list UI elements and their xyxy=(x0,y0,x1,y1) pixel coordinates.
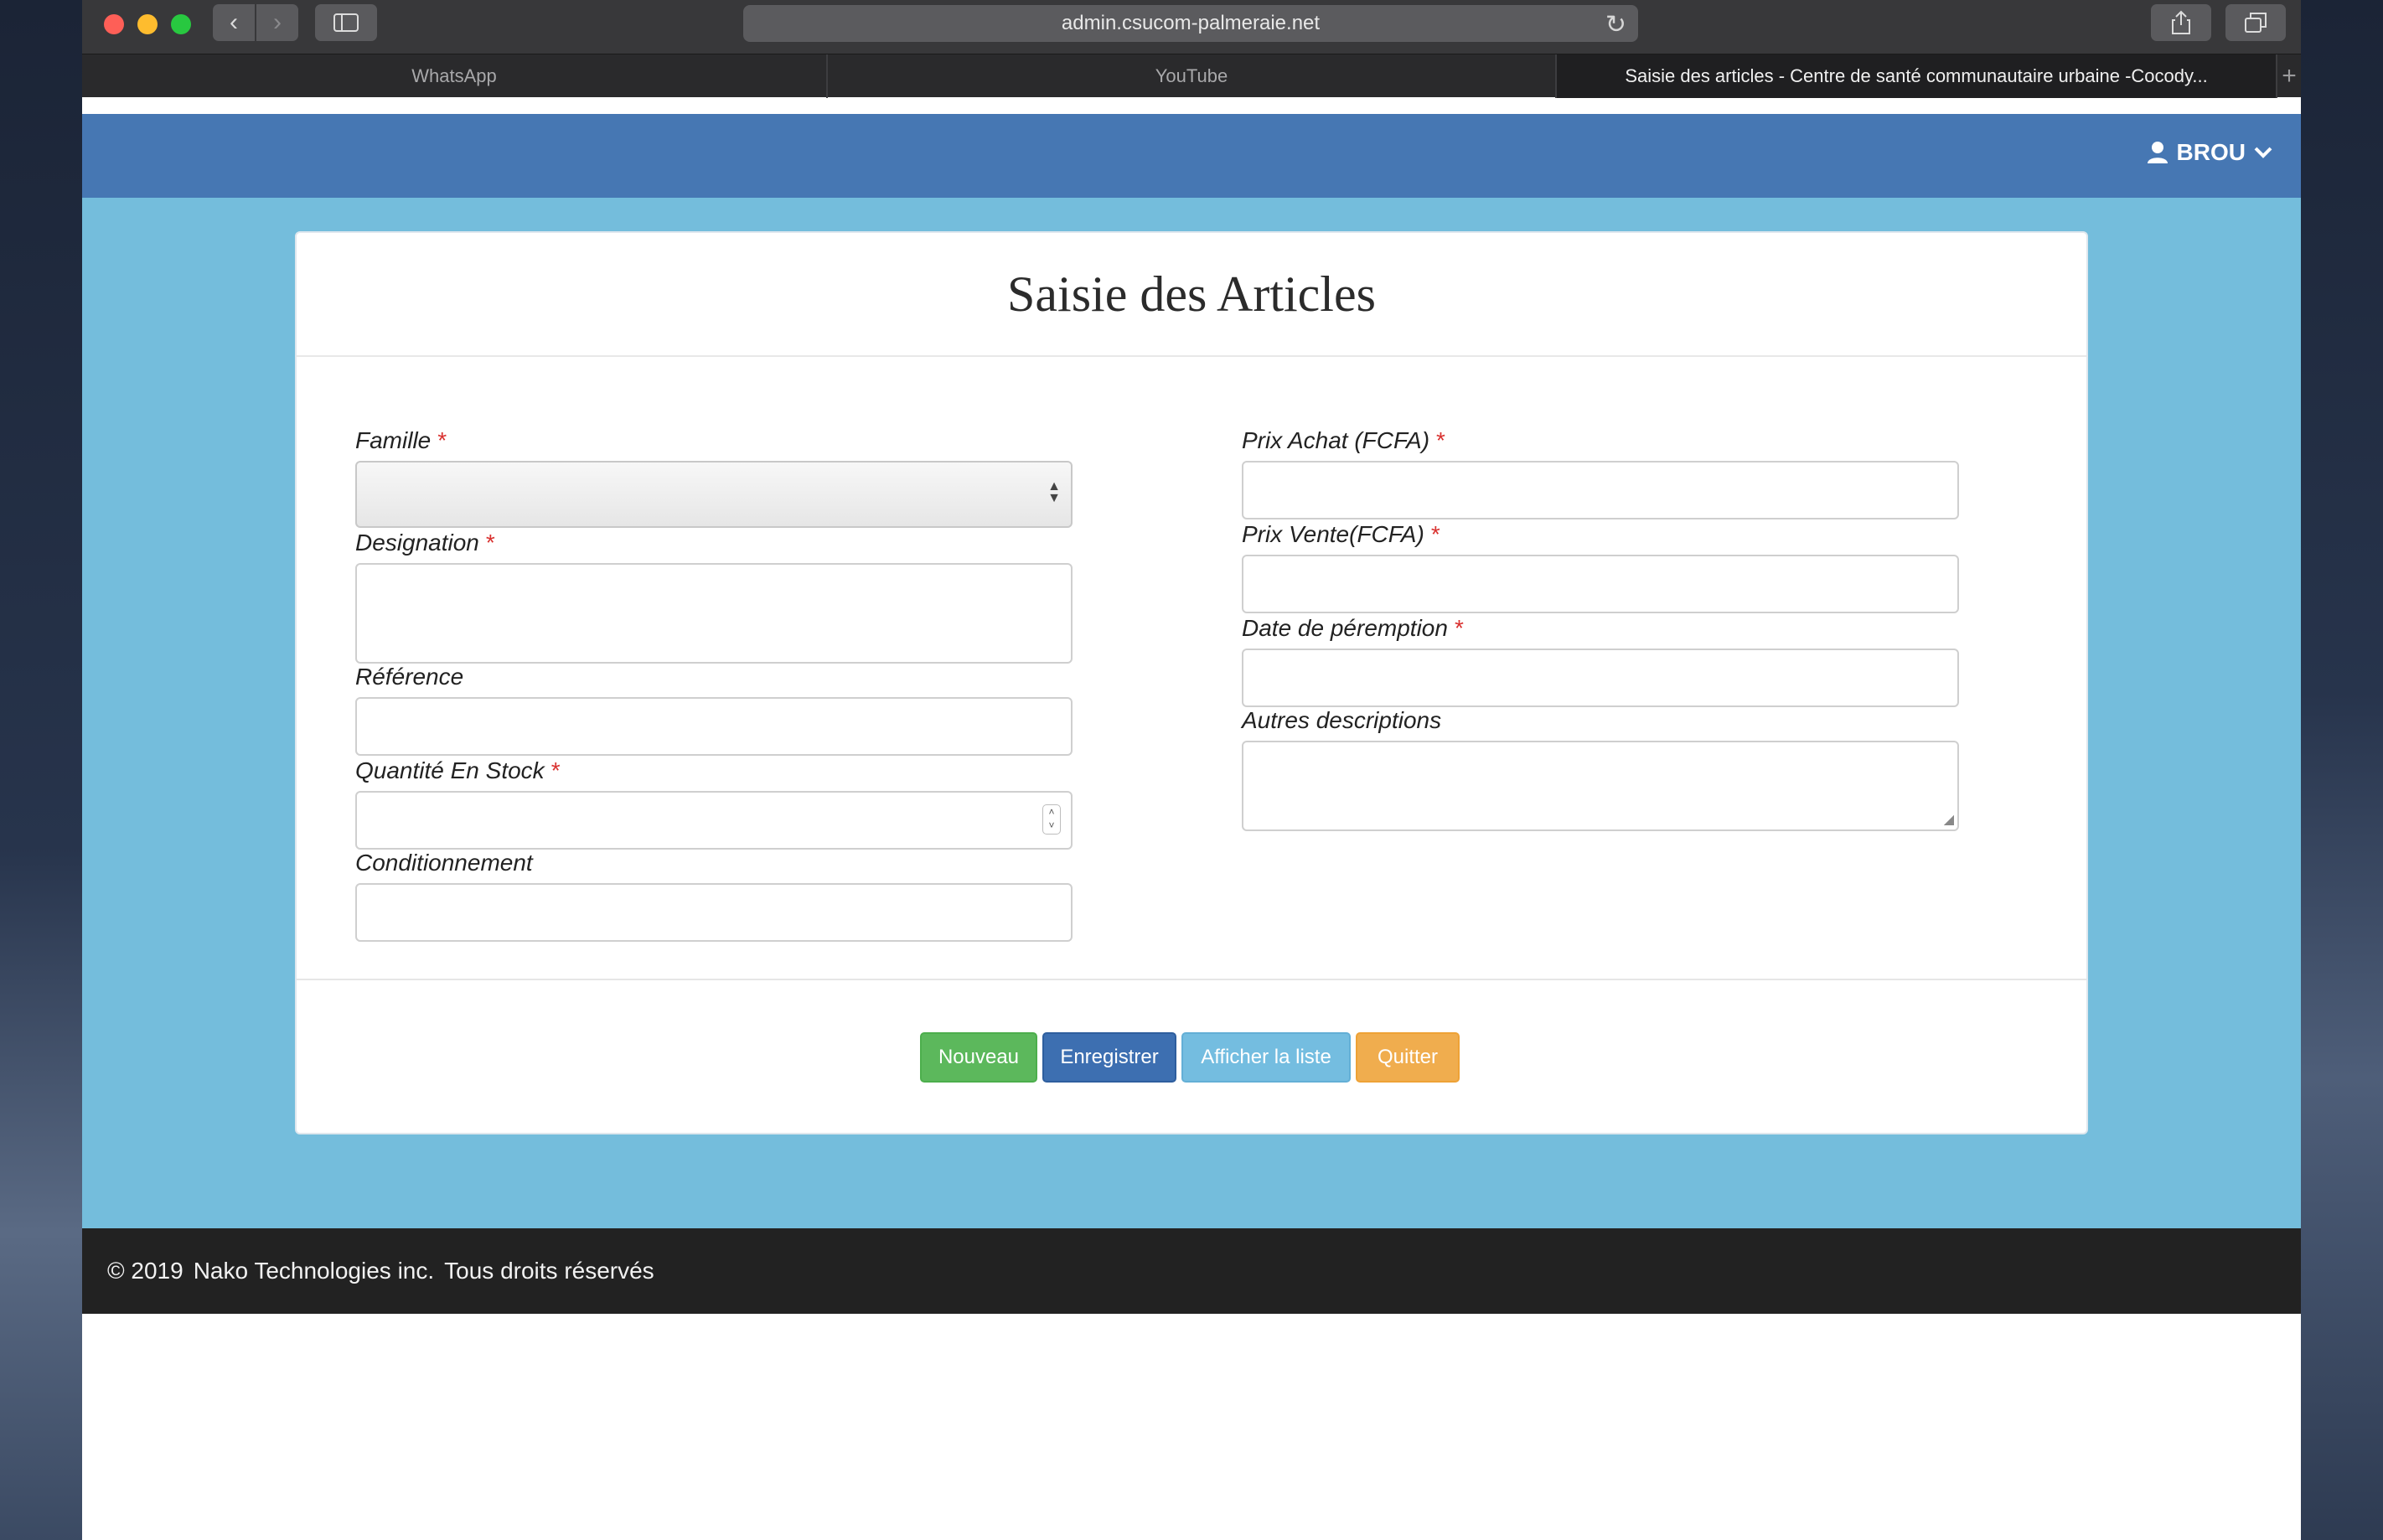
conditionnement-label: Conditionnement xyxy=(355,850,533,876)
tabs-overview-icon xyxy=(2245,13,2267,33)
page-footer: © 2019 Nako Technologies inc. Tous droit… xyxy=(82,1228,2301,1314)
required-mark: * xyxy=(551,757,561,783)
date-peremption-label: Date de péremption * xyxy=(1242,615,1464,641)
zoom-window-button[interactable] xyxy=(171,14,191,34)
show-tabs-button[interactable] xyxy=(2225,4,2286,41)
prix-achat-label: Prix Achat (FCFA) * xyxy=(1242,427,1445,453)
autres-descriptions-textarea[interactable]: ◢ xyxy=(1242,741,1959,831)
nouveau-button[interactable]: Nouveau xyxy=(920,1032,1037,1083)
designation-label: Designation * xyxy=(355,530,495,556)
user-icon xyxy=(2147,142,2168,163)
tab-whatsapp[interactable]: WhatsApp xyxy=(82,54,828,98)
prix-achat-input[interactable] xyxy=(1242,461,1959,519)
copyright-text: © 2019 xyxy=(107,1258,184,1284)
page-title: Saisie des Articles xyxy=(297,233,2086,357)
famille-select[interactable]: ▲ ▼ xyxy=(355,461,1073,528)
form-divider xyxy=(297,979,2086,980)
autres-descriptions-label: Autres descriptions xyxy=(1242,707,1442,733)
required-mark: * xyxy=(437,427,447,453)
desktop-wallpaper-left xyxy=(0,0,82,1540)
quantite-stepper[interactable]: ˄ ˅ xyxy=(355,791,1073,850)
enregistrer-button[interactable]: Enregistrer xyxy=(1042,1032,1176,1083)
browser-window: ‹ › admin.csucom-palmeraie.net ↻ WhatsAp… xyxy=(82,0,2301,1540)
rights-text: Tous droits réservés xyxy=(444,1258,654,1284)
chevron-down-icon xyxy=(2254,147,2272,158)
reference-label: Référence xyxy=(355,664,464,690)
quantite-label: Quantité En Stock * xyxy=(355,757,561,783)
date-peremption-input[interactable] xyxy=(1242,649,1959,707)
tab-bar: WhatsApp YouTube Saisie des articles - C… xyxy=(82,54,2301,98)
tab-youtube[interactable]: YouTube xyxy=(828,54,1557,98)
url-text: admin.csucom-palmeraie.net xyxy=(1061,12,1321,34)
sidebar-icon xyxy=(333,13,359,32)
tab-saisie-articles[interactable]: Saisie des articles - Centre de santé co… xyxy=(1557,54,2277,98)
app-navbar: BROU xyxy=(82,114,2301,198)
chevron-right-icon: › xyxy=(273,8,282,36)
address-bar[interactable]: admin.csucom-palmeraie.net ↻ xyxy=(743,5,1638,42)
share-button[interactable] xyxy=(2151,4,2211,41)
required-mark: * xyxy=(1430,521,1440,547)
conditionnement-input[interactable] xyxy=(355,883,1073,942)
desktop-wallpaper-right xyxy=(2301,0,2383,1540)
company-name: Nako Technologies inc. xyxy=(193,1258,435,1284)
articles-form-panel: Saisie des Articles Famille * ▲ ▼ Designat… xyxy=(295,231,2088,1134)
reference-input[interactable] xyxy=(355,697,1073,756)
chevron-left-icon: ‹ xyxy=(230,8,238,36)
minimize-window-button[interactable] xyxy=(137,14,158,34)
stepper-arrows-icon[interactable]: ˄ ˅ xyxy=(1042,804,1061,835)
required-mark: * xyxy=(1454,615,1464,641)
reload-icon[interactable]: ↻ xyxy=(1605,10,1626,39)
page-blank-area xyxy=(82,1314,2301,1540)
forward-button[interactable]: › xyxy=(256,4,298,41)
user-name: BROU xyxy=(2176,139,2246,165)
afficher-liste-button[interactable]: Afficher la liste xyxy=(1181,1032,1351,1083)
sidebar-toggle-button[interactable] xyxy=(315,4,377,41)
famille-label: Famille * xyxy=(355,427,447,453)
resize-handle-icon[interactable]: ◢ xyxy=(1944,811,1954,828)
quitter-button[interactable]: Quitter xyxy=(1356,1032,1460,1083)
required-mark: * xyxy=(1436,427,1445,453)
select-arrows-icon: ▲ ▼ xyxy=(1047,479,1061,505)
close-window-button[interactable] xyxy=(104,14,124,34)
back-button[interactable]: ‹ xyxy=(213,4,255,41)
required-mark: * xyxy=(485,530,495,556)
prix-vente-input[interactable] xyxy=(1242,555,1959,613)
plus-icon: + xyxy=(2282,61,2297,90)
content-area: Saisie des Articles Famille * ▲ ▼ Designat… xyxy=(82,198,2301,1228)
new-tab-button[interactable]: + xyxy=(2277,54,2301,97)
share-icon xyxy=(2172,10,2190,34)
user-menu[interactable]: BROU xyxy=(2147,139,2272,166)
prix-vente-label: Prix Vente(FCFA) * xyxy=(1242,521,1440,547)
designation-textarea[interactable] xyxy=(355,563,1073,664)
browser-toolbar: ‹ › admin.csucom-palmeraie.net ↻ xyxy=(82,0,2301,54)
